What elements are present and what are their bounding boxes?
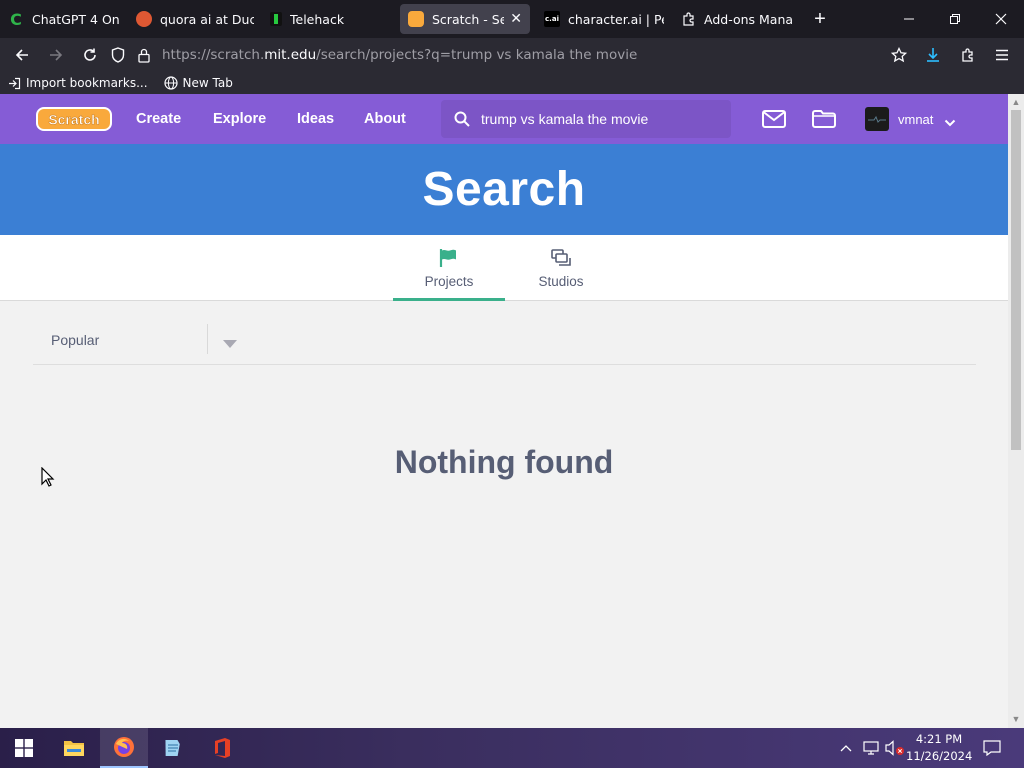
tab-telehack[interactable]: Telehack [262,4,398,34]
bookmarks-bar: Import bookmarks... New Tab [0,72,1024,94]
close-window-button[interactable] [978,0,1024,38]
volume-muted-icon[interactable] [884,728,906,768]
reload-button[interactable] [73,38,107,72]
empty-results-message: Nothing found [394,444,614,480]
back-button[interactable] [5,38,39,72]
nav-explore[interactable]: Explore [213,111,266,127]
messages-icon[interactable] [761,106,787,132]
tab-scratch-search[interactable]: Scratch - Search ✕ [400,4,530,34]
tab-title: ChatGPT 4 Online [32,11,120,27]
lock-icon[interactable] [134,38,154,72]
search-banner: Search [0,144,1008,235]
url-host: mit.edu [264,47,317,63]
bookmark-label: Import bookmarks... [26,76,148,90]
hamburger-menu-icon[interactable] [985,38,1019,72]
close-tab-icon[interactable]: ✕ [510,11,522,27]
tab-title: Telehack [290,11,345,27]
new-tab-bookmark[interactable]: New Tab [163,76,233,90]
characterai-favicon: c.ai [544,11,560,27]
scratch-page: Scratch Create Explore Ideas About vmnat… [0,94,1008,728]
bookmark-star-icon[interactable] [882,38,916,72]
globe-icon [163,76,178,90]
minimize-button[interactable] [886,0,932,38]
nav-about[interactable]: About [364,111,406,127]
scroll-up-arrow-icon[interactable]: ▲ [1011,97,1021,107]
scratch-search-box[interactable] [441,100,731,138]
url-prefix: https://scratch. [162,47,265,63]
page-title: Search [422,163,586,216]
restore-button[interactable] [932,0,978,38]
studios-icon [551,247,571,269]
bookmark-label: New Tab [182,76,233,90]
browser-nav-bar: https://scratch.mit.edu/search/projects?… [0,38,1024,72]
scratch-navbar: Scratch Create Explore Ideas About vmnat [0,94,1008,144]
scrollbar-thumb[interactable] [1011,110,1021,450]
office-icon[interactable] [198,728,246,768]
search-icon [453,110,471,128]
clock-time: 4:21 PM [915,732,963,746]
windows-start-icon[interactable] [0,728,48,768]
downloads-icon[interactable] [916,38,950,72]
tab-chatgpt[interactable]: C ChatGPT 4 Online [0,4,128,34]
notifications-icon[interactable] [980,728,1004,768]
url-path: /search/projects?q=trump vs kamala the m… [316,47,638,63]
chevron-down-icon[interactable] [944,114,956,132]
tab-title: character.ai | Personalized AI [568,11,664,27]
my-stuff-folder-icon[interactable] [811,106,837,132]
divider [207,324,208,354]
show-hidden-icons-chevron-icon[interactable] [838,728,854,768]
telehack-favicon [270,12,282,26]
tab-studios[interactable]: Studios [505,235,617,301]
tab-addons-manager[interactable]: Add-ons Manager [672,4,800,34]
tab-character-ai[interactable]: c.ai character.ai | Personalized AI [536,4,672,34]
tab-title: Add-ons Manager [704,11,792,27]
shield-icon[interactable] [108,38,128,72]
new-tab-button[interactable]: + [808,8,832,31]
puzzle-icon [680,11,696,27]
logo-text: Scratch [48,112,99,128]
nav-ideas[interactable]: Ideas [297,111,334,127]
search-input[interactable] [481,111,721,127]
flag-icon [439,247,459,269]
browser-tab-bar: C ChatGPT 4 Online quora ai at DuckDuckG… [0,0,1024,38]
forward-button[interactable] [39,38,73,72]
extensions-icon[interactable] [951,38,985,72]
tab-label: Projects [424,274,474,289]
tab-title: Scratch - Search [432,11,505,27]
sort-selected-value: Popular [51,332,100,348]
tab-projects[interactable]: Projects [393,235,505,301]
scroll-down-arrow-icon[interactable]: ▼ [1011,714,1021,724]
import-icon [9,77,21,89]
system-clock[interactable]: 4:21 PM 11/26/2024 [906,731,972,765]
duckduckgo-favicon [136,11,152,27]
search-tabs: Projects Studios [0,235,1008,301]
mouse-cursor-icon [41,466,55,492]
scratch-logo[interactable]: Scratch [35,104,113,134]
chatgpt-favicon: C [10,9,22,29]
clock-date: 11/26/2024 [906,749,973,763]
file-explorer-icon[interactable] [50,728,98,768]
scratch-favicon [408,11,424,27]
username[interactable]: vmnat [898,112,933,127]
tab-title: quora ai at DuckDuckGo [160,11,254,27]
sort-dropdown[interactable]: Popular [33,320,976,365]
nav-create[interactable]: Create [136,111,181,127]
network-icon[interactable] [861,728,881,768]
import-bookmarks-item[interactable]: Import bookmarks... [8,76,148,90]
windows-taskbar: 4:21 PM 11/26/2024 [0,728,1024,768]
page-scrollbar[interactable]: ▲ ▼ [1008,94,1024,728]
address-bar[interactable]: https://scratch.mit.edu/search/projects?… [162,47,637,63]
notepad-app-icon[interactable] [149,728,197,768]
dropdown-arrow-icon[interactable] [223,335,237,353]
tab-label: Studios [538,274,584,289]
avatar[interactable] [865,107,889,131]
tab-duckduckgo[interactable]: quora ai at DuckDuckGo [128,4,262,34]
firefox-icon[interactable] [100,728,148,768]
